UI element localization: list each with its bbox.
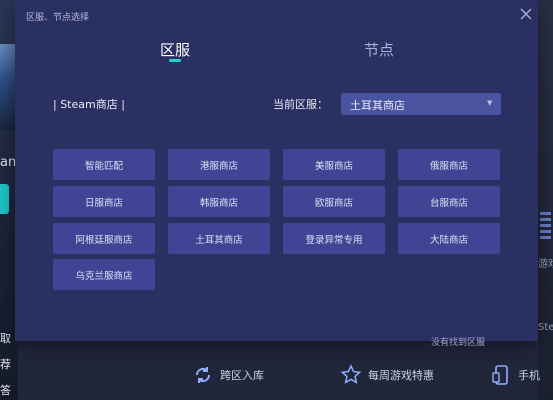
bg-side-label: Stean <box>538 322 553 333</box>
region-select-value: 土耳其商店 <box>350 99 405 112</box>
bg-text-fragment: 答 <box>0 384 11 397</box>
chevron-down-icon: ▼ <box>487 99 493 107</box>
region-button-us[interactable]: 美服商店 <box>283 149 385 180</box>
tab-node[interactable]: 节点 <box>364 39 394 60</box>
region-button-cn[interactable]: 大陆商店 <box>398 223 500 254</box>
bg-action-button[interactable] <box>0 184 9 214</box>
region-select[interactable]: 土耳其商店 ▼ <box>341 93 501 115</box>
region-button-ua[interactable]: 乌克兰服商店 <box>53 259 155 290</box>
bottom-item-weekly-deals[interactable]: 每周游戏特惠 <box>340 364 434 386</box>
bottom-item-label: 跨区入库 <box>220 369 264 382</box>
not-found-link[interactable]: 没有找到区服 <box>431 335 485 348</box>
close-icon <box>519 6 533 25</box>
region-button-hk[interactable]: 港服商店 <box>168 149 270 180</box>
store-label: | Steam商店 | <box>53 98 125 111</box>
bg-text-fragment: 荐 <box>0 358 11 371</box>
bg-text-fragment: an <box>0 155 17 170</box>
region-button-login-issue[interactable]: 登录异常专用 <box>283 223 385 254</box>
sync-icon <box>192 364 214 386</box>
bg-text-fragment: 取 <box>0 332 11 345</box>
bottom-item-label: 每周游戏特惠 <box>368 369 434 382</box>
bottom-item-mobile[interactable]: 手机 <box>490 364 540 386</box>
region-button-tr[interactable]: 土耳其商店 <box>168 223 270 254</box>
star-icon <box>340 364 362 386</box>
region-button-eu[interactable]: 欧服商店 <box>283 186 385 217</box>
tab-region[interactable]: 区服 <box>160 39 190 60</box>
close-button[interactable] <box>519 6 533 20</box>
grid-icon <box>540 212 551 242</box>
region-button-ar[interactable]: 阿根廷服商店 <box>53 223 155 254</box>
background-right-panel: 游戏 Stean <box>538 0 553 400</box>
region-button-jp[interactable]: 日服商店 <box>53 186 155 217</box>
current-region-label: 当前区服： <box>273 98 328 111</box>
phone-icon <box>490 364 512 386</box>
region-button-smart-match[interactable]: 智能匹配 <box>53 149 155 180</box>
region-button-kr[interactable]: 韩服商店 <box>168 186 270 217</box>
active-tab-indicator <box>169 59 181 62</box>
region-button-ru[interactable]: 俄服商店 <box>398 149 500 180</box>
region-button-tw[interactable]: 台服商店 <box>398 186 500 217</box>
dialog-title: 区服、节点选择 <box>26 13 90 23</box>
bg-side-label: 游戏 <box>538 259 553 270</box>
bottom-item-cross-region[interactable]: 跨区入库 <box>192 364 264 386</box>
bottom-item-label: 手机 <box>518 369 540 382</box>
region-node-dialog: 区服、节点选择 区服 节点 | Steam商店 | 当前区服： 土耳其商店 ▼ … <box>15 0 538 348</box>
